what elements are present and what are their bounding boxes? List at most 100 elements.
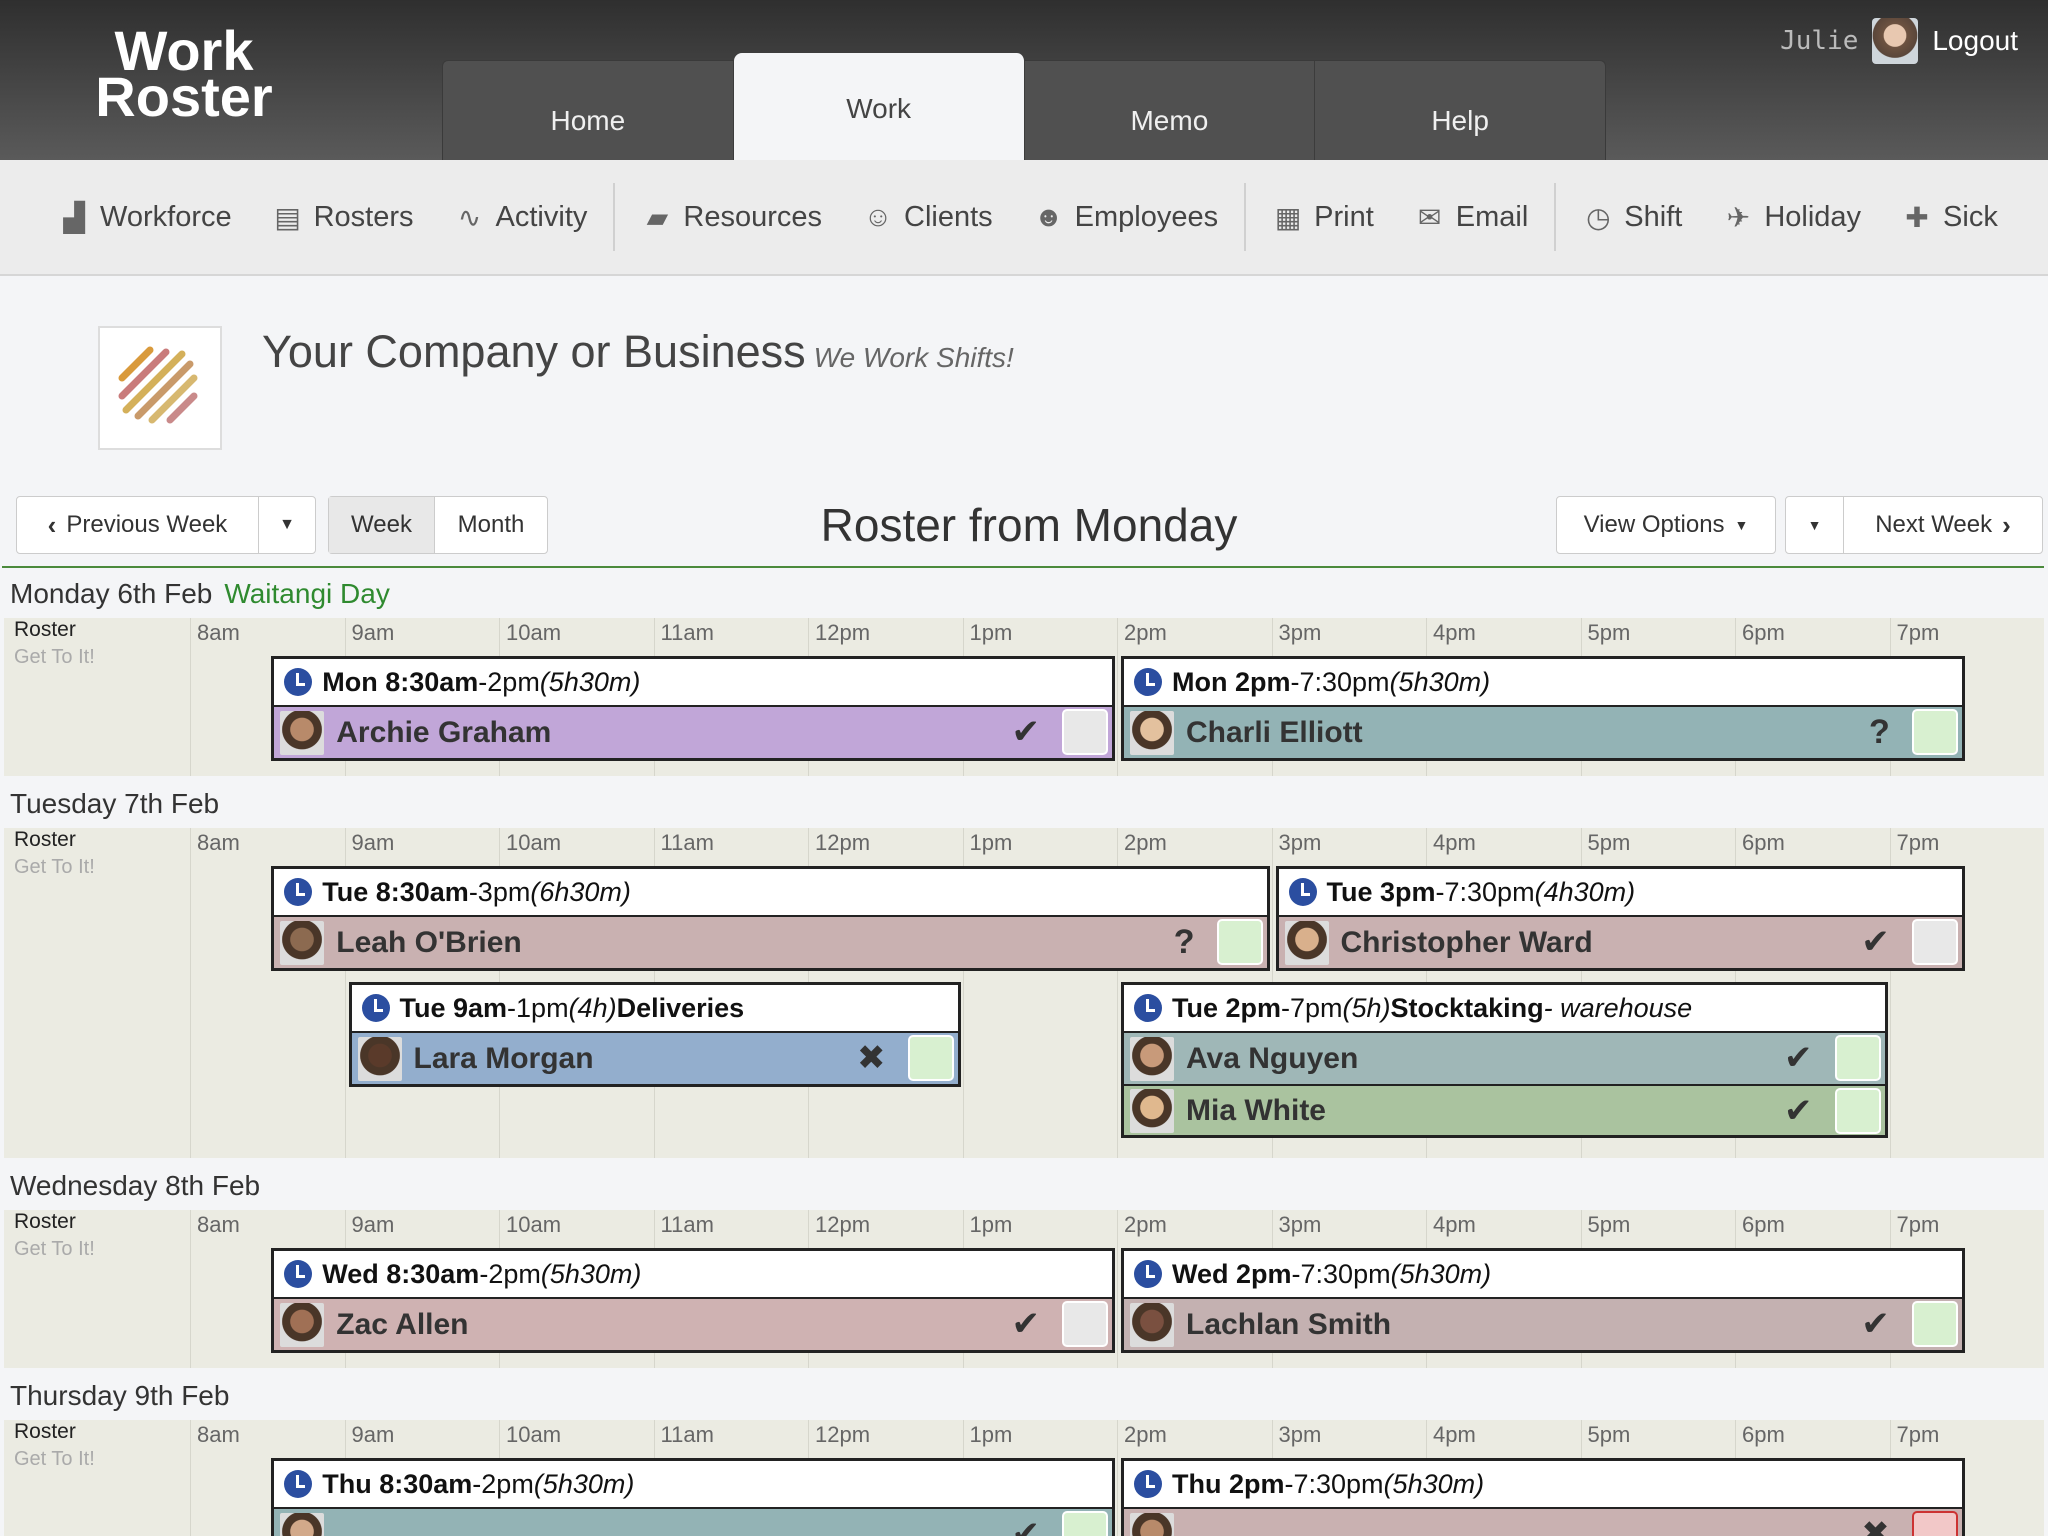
tab-help[interactable]: Help <box>1315 61 1605 160</box>
chevron-left-icon: ‹ <box>47 509 57 540</box>
shift-start: Thu 8:30am <box>322 1468 473 1499</box>
shift-header[interactable]: Wed 8:30am -2pm (5h30m) <box>274 1251 1112 1299</box>
toolbar-sick-button[interactable]: ✚ Sick <box>1901 201 1998 234</box>
user-avatar[interactable] <box>1872 18 1919 64</box>
shift-duration: (5h30m) <box>1383 1468 1485 1499</box>
employee-row[interactable]: Mia White ✔ <box>1124 1084 1885 1135</box>
tab-home[interactable]: Home <box>443 61 734 160</box>
hour-label: 6pm <box>1742 620 1785 645</box>
confirm-checkbox[interactable] <box>1834 1035 1881 1081</box>
employee-row[interactable]: ✔ <box>274 1509 1112 1536</box>
shift-card[interactable]: Wed 2pm -7:30pm (5h30m) Lachlan Smith ✔ <box>1121 1248 1965 1353</box>
employee-row[interactable]: Archie Graham ✔ <box>274 707 1112 758</box>
month-button[interactable]: Month <box>435 497 547 553</box>
tab-memo[interactable]: Memo <box>1025 61 1316 160</box>
employee-row[interactable]: ✖ <box>1124 1509 1962 1536</box>
hour-label: 4pm <box>1433 830 1476 855</box>
week-button[interactable]: Week <box>329 497 435 553</box>
employee-avatar <box>357 1036 402 1081</box>
roster-sublabel: Get To It! <box>14 856 95 878</box>
hour-label: 9am <box>351 620 395 645</box>
shift-card[interactable]: Mon 2pm -7:30pm (5h30m) Charli Elliott? <box>1121 656 1965 761</box>
shift-end: -7:30pm <box>1284 1468 1384 1499</box>
employee-row[interactable]: Leah O'Brien? <box>274 917 1267 968</box>
day-label: Wednesday 8th Feb <box>10 1170 260 1202</box>
toolbar-employees-button[interactable]: ☻ Employees <box>1033 201 1218 234</box>
shift-header[interactable]: Mon 8:30am -2pm (5h30m) <box>274 659 1112 707</box>
employee-row[interactable]: Charli Elliott? <box>1124 707 1962 758</box>
shift-header[interactable]: Tue 2pm -7pm (5h) Stocktaking - warehouse <box>1124 985 1885 1033</box>
employee-row[interactable]: Lara Morgan ✖ <box>351 1033 958 1084</box>
employee-row[interactable]: Zac Allen ✔ <box>274 1299 1112 1350</box>
employee-avatar <box>280 920 325 965</box>
shift-card[interactable]: Tue 3pm -7:30pm (4h30m) Christopher Ward ✔ <box>1275 866 1965 971</box>
day-band: Roster Get To It! 8am 9am 10am 11am 12pm 1pm 2pm… <box>4 618 2044 776</box>
hour-label: 10am <box>506 1422 562 1447</box>
app-logo[interactable]: Work Roster <box>84 23 284 125</box>
employee-row[interactable]: Christopher Ward ✔ <box>1278 917 1962 968</box>
day-label: Thursday 9th Feb <box>10 1380 229 1412</box>
view-options-button[interactable]: View Options ▼ <box>1557 497 1775 553</box>
shift-card[interactable]: Tue 2pm -7pm (5h) Stocktaking - warehouse… <box>1121 982 1888 1138</box>
shift-header[interactable]: Wed 2pm -7:30pm (5h30m) <box>1124 1251 1962 1299</box>
prev-week-dropdown[interactable]: ▼ <box>259 497 315 553</box>
toolbar-print-button[interactable]: ▦ Print <box>1272 201 1374 234</box>
shift-header[interactable]: Tue 9am -1pm (4h) Deliveries <box>351 985 958 1033</box>
confirm-checkbox[interactable] <box>907 1035 954 1081</box>
hour-label: 7pm <box>1896 1212 1940 1237</box>
toolbar-holiday-button[interactable]: ✈ Holiday <box>1722 201 1861 234</box>
hour-label: 11am <box>660 620 714 645</box>
confirm-checkbox[interactable] <box>1911 919 1958 965</box>
toolbar-label: Clients <box>904 200 993 233</box>
confirm-checkbox[interactable] <box>1911 709 1958 755</box>
shift-card[interactable]: Tue 9am -1pm (4h) Deliveries Lara Morgan ✖ <box>348 982 961 1087</box>
hour-label: 2pm <box>1124 1212 1167 1237</box>
shift-header[interactable]: Tue 3pm -7:30pm (4h30m) <box>1278 869 1962 917</box>
toolbar-clients-button[interactable]: ☺ Clients <box>862 201 993 234</box>
toolbar-activity-button[interactable]: ∿ Activity <box>454 201 588 234</box>
shift-card[interactable]: Tue 8:30am -3pm (6h30m) Leah O'Brien? <box>271 866 1270 971</box>
next-week-button[interactable]: Next Week › <box>1844 497 2042 553</box>
shift-header[interactable]: Mon 2pm -7:30pm (5h30m) <box>1124 659 1962 707</box>
shift-header[interactable]: Tue 8:30am -3pm (6h30m) <box>274 869 1267 917</box>
pulse-icon: ∿ <box>457 201 482 233</box>
toolbar-label: Activity <box>495 200 588 233</box>
user-name: Julie <box>1780 26 1859 56</box>
hour-column: 2pm <box>1117 1210 1167 1368</box>
confirm-checkbox[interactable] <box>1834 1088 1881 1134</box>
medkit-icon: ✚ <box>1905 201 1929 233</box>
toolbar-label: Shift <box>1624 200 1683 233</box>
confirm-checkbox[interactable] <box>1216 919 1263 965</box>
shift-card[interactable]: Thu 8:30am -2pm (5h30m) ✔ <box>271 1458 1115 1536</box>
toolbar-workforce-button[interactable]: ▟ Workforce <box>58 201 231 234</box>
confirm-checkbox[interactable] <box>1062 1301 1108 1347</box>
shift-end: -2pm <box>479 1258 541 1289</box>
shift-end: -7:30pm <box>1290 666 1390 697</box>
day-label: Tuesday 7th Feb <box>10 788 219 820</box>
hour-label: 9am <box>351 1212 395 1237</box>
confirm-checkbox[interactable] <box>1911 1511 1958 1536</box>
confirm-checkbox[interactable] <box>1062 1511 1108 1536</box>
shift-header[interactable]: Thu 2pm -7:30pm (5h30m) <box>1124 1461 1962 1509</box>
shift-header[interactable]: Thu 8:30am -2pm (5h30m) <box>274 1461 1112 1509</box>
prev-week-button[interactable]: ‹ Previous Week <box>17 497 259 553</box>
shift-end: -7pm <box>1281 992 1343 1023</box>
employee-row[interactable]: Lachlan Smith ✔ <box>1124 1299 1962 1350</box>
confirm-checkbox[interactable] <box>1062 709 1108 755</box>
logout-link[interactable]: Logout <box>1932 25 2018 57</box>
shift-card[interactable]: Wed 8:30am -2pm (5h30m) Zac Allen ✔ <box>271 1248 1115 1353</box>
company-logo-icon <box>118 346 198 424</box>
shift-card[interactable]: Mon 8:30am -2pm (5h30m) Archie Graham ✔ <box>271 656 1115 761</box>
toolbar-shift-button[interactable]: ◷ Shift <box>1582 201 1682 234</box>
toolbar-rosters-button[interactable]: ▤ Rosters <box>272 201 413 234</box>
employee-row[interactable]: Ava Nguyen ✔ <box>1124 1033 1885 1084</box>
tab-work[interactable]: Work <box>733 53 1025 161</box>
hour-label: 5pm <box>1587 620 1631 645</box>
confirm-checkbox[interactable] <box>1911 1301 1958 1347</box>
clock-icon <box>1288 878 1317 906</box>
toolbar-resources-button[interactable]: ▰ Resources <box>641 201 822 234</box>
shift-card[interactable]: Thu 2pm -7:30pm (5h30m) ✖ <box>1121 1458 1965 1536</box>
toolbar-email-button[interactable]: ✉ Email <box>1414 201 1528 234</box>
toolbar-separator <box>613 183 616 251</box>
next-week-dropdown[interactable]: ▼ <box>1786 497 1844 553</box>
